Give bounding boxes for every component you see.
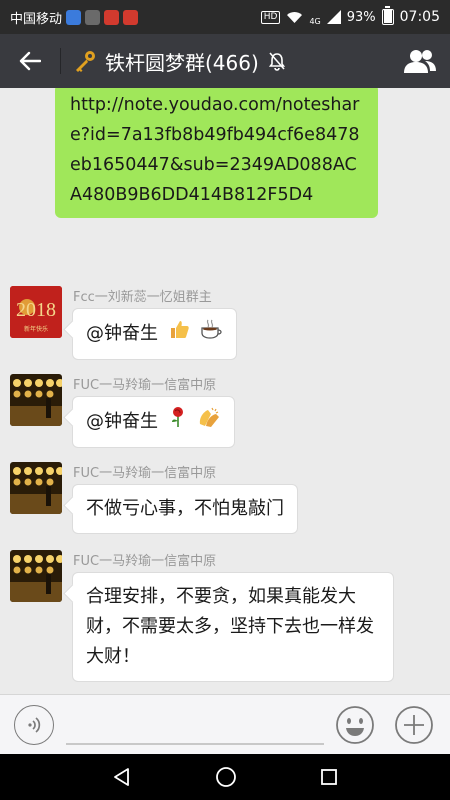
signal-icon bbox=[326, 10, 341, 24]
group-info-button[interactable] bbox=[390, 34, 450, 88]
carrier-label: 中国移动 bbox=[10, 11, 63, 27]
mute-bell-icon bbox=[268, 52, 285, 71]
message-link[interactable]: http://note.youdao.com/noteshare?id=7a13… bbox=[70, 95, 360, 205]
chat-input-bar bbox=[0, 694, 450, 754]
app-notification-icon bbox=[123, 9, 139, 25]
coffee-icon bbox=[199, 318, 223, 350]
nav-recents-icon[interactable] bbox=[320, 768, 338, 786]
chat-title-bar: 铁杆圆梦群(466) bbox=[0, 34, 450, 88]
app-notification-icon bbox=[104, 9, 120, 25]
avatar[interactable]: 2018 新年快乐 bbox=[10, 286, 62, 338]
svg-text:2018: 2018 bbox=[16, 299, 56, 321]
battery-icon bbox=[381, 6, 394, 25]
message-text: @钟奋生 bbox=[86, 411, 158, 432]
lights-avatar-icon bbox=[10, 374, 62, 426]
avatar[interactable] bbox=[10, 462, 62, 514]
voice-button[interactable] bbox=[14, 705, 54, 745]
emoji-button[interactable] bbox=[335, 705, 375, 745]
nav-home-icon[interactable] bbox=[215, 766, 237, 788]
incoming-message-bubble[interactable]: 不做亏心事，不怕鬼敲门 bbox=[72, 484, 298, 534]
incoming-message-bubble[interactable]: @钟奋生 bbox=[72, 308, 238, 360]
message-input[interactable] bbox=[66, 743, 324, 745]
app-notification-icon bbox=[66, 9, 82, 25]
message-list[interactable]: http://note.youdao.com/noteshare?id=7a13… bbox=[0, 88, 450, 694]
clock: 07:05 bbox=[399, 9, 440, 25]
incoming-message-bubble[interactable]: 合理安排，不要贪，如果真能发大财，不需要太多，坚持下去也一样发大财！ bbox=[72, 572, 394, 682]
hd-badge: HD bbox=[260, 10, 281, 24]
status-bar: 中国移动 HD 4G 93% 07:05 bbox=[0, 0, 450, 34]
svg-text:新年快乐: 新年快乐 bbox=[24, 325, 48, 333]
emoji-face-icon bbox=[336, 706, 374, 744]
clap-icon bbox=[197, 406, 221, 438]
thumbs-up-icon bbox=[168, 318, 190, 350]
message-text: 合理安排，不要贪，如果真能发大财，不需要太多，坚持下去也一样发大财！ bbox=[86, 586, 374, 667]
key-icon bbox=[76, 51, 95, 72]
sender-name: FUC一马羚瑜一信富中原 bbox=[73, 378, 217, 393]
incoming-message-bubble[interactable]: @钟奋生 bbox=[72, 396, 236, 448]
back-arrow-icon bbox=[19, 51, 41, 71]
lights-avatar-icon bbox=[10, 550, 62, 602]
lights-avatar-icon bbox=[10, 462, 62, 514]
more-options-button[interactable] bbox=[394, 705, 434, 745]
system-nav-bar bbox=[0, 754, 450, 800]
app-notification-icon bbox=[85, 9, 101, 25]
sender-name: Fcc一刘新蕊一忆姐群主 bbox=[73, 290, 212, 305]
back-button[interactable] bbox=[0, 34, 60, 88]
rose-icon bbox=[168, 406, 188, 438]
new-year-2018-avatar-icon: 2018 新年快乐 bbox=[10, 286, 62, 338]
message-text: @钟奋生 bbox=[86, 323, 158, 344]
sender-name: FUC一马羚瑜一信富中原 bbox=[73, 466, 217, 481]
wifi-icon bbox=[287, 11, 303, 23]
battery-percent: 93% bbox=[346, 9, 376, 25]
avatar[interactable] bbox=[10, 550, 62, 602]
network-label: 4G bbox=[309, 16, 321, 26]
plus-icon bbox=[395, 706, 433, 744]
group-name: 铁杆圆梦群(466) bbox=[105, 50, 259, 75]
outgoing-message-bubble[interactable]: http://note.youdao.com/noteshare?id=7a13… bbox=[55, 88, 378, 218]
chat-title: 铁杆圆梦群(466) bbox=[61, 47, 287, 76]
nav-back-icon[interactable] bbox=[112, 767, 132, 787]
group-contacts-icon bbox=[404, 50, 436, 73]
message-text: 不做亏心事，不怕鬼敲门 bbox=[86, 498, 284, 519]
voice-icon bbox=[28, 717, 41, 733]
sender-name: FUC一马羚瑜一信富中原 bbox=[73, 554, 217, 569]
avatar[interactable] bbox=[10, 374, 62, 426]
